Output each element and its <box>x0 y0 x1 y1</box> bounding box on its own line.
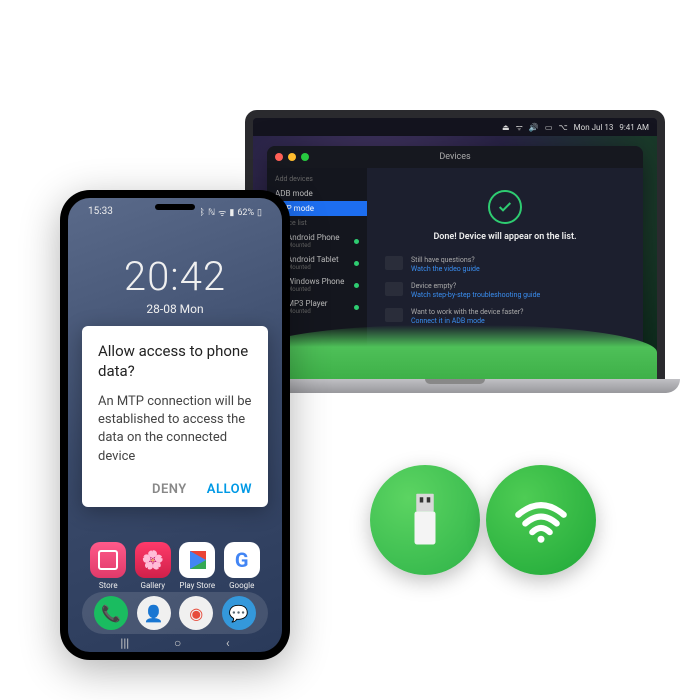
status-dot-icon <box>354 261 359 266</box>
status-time: 15:33 <box>88 206 113 219</box>
control-center-icon[interactable]: ⌥ <box>558 123 567 132</box>
dock-phone-icon[interactable]: 📞 <box>94 596 128 630</box>
laptop-base <box>230 379 680 393</box>
lockscreen-clock: 20:42 28-08 Mon <box>68 253 282 316</box>
macos-menubar: ⏏ ᯤ 🔊 ▭ ⌥ Mon Jul 13 9:41 AM <box>253 118 657 136</box>
window-titlebar[interactable]: Devices <box>267 146 643 168</box>
window-main: Done! Device will appear on the list. St… <box>367 168 643 366</box>
battery-icon: ▯ <box>257 208 262 218</box>
dialog-body: An MTP connection will be established to… <box>98 393 252 466</box>
app-google[interactable]: GGoogle <box>224 542 260 590</box>
android-phone: 15:33 ᛒ ℕ ᯤ ▮ 62% ▯ 20:42 28-08 Mon Allo… <box>60 190 290 660</box>
phone-dock: 📞 👤 ◉ 💬 <box>82 592 268 634</box>
allow-button[interactable]: ALLOW <box>207 482 252 497</box>
dock-camera-icon[interactable]: ◉ <box>179 596 213 630</box>
recents-icon[interactable]: ||| <box>120 636 129 650</box>
lock-time: 20:42 <box>68 253 282 300</box>
macbook: ⏏ ᯤ 🔊 ▭ ⌥ Mon Jul 13 9:41 AM Devices <box>230 110 680 393</box>
devices-window: Devices Add devices ADB mode MTP mode De… <box>267 146 643 366</box>
back-icon[interactable]: ‹ <box>226 636 230 650</box>
window-title: Devices <box>267 152 643 162</box>
previous-button[interactable]: ‹ Previous <box>381 350 416 360</box>
home-icon[interactable]: ○ <box>174 636 181 650</box>
status-dot-icon <box>354 239 359 244</box>
help-link-adb[interactable]: Connect it in ADB mode <box>411 317 523 326</box>
phone-statusbar: 15:33 ᛒ ℕ ᯤ ▮ 62% ▯ <box>68 206 282 219</box>
laptop-screen: ⏏ ᯤ 🔊 ▭ ⌥ Mon Jul 13 9:41 AM Devices <box>245 110 665 380</box>
dock-contacts-icon[interactable]: 👤 <box>137 596 171 630</box>
store-icon <box>90 542 126 578</box>
wifi-icon[interactable]: ᯤ <box>516 122 523 133</box>
volume-icon[interactable]: 🔊 <box>529 123 539 132</box>
phone-screen: 15:33 ᛒ ℕ ᯤ ▮ 62% ▯ 20:42 28-08 Mon Allo… <box>68 198 282 652</box>
home-apps-row: Store Gallery Play Store GGoogle <box>68 542 282 590</box>
play-icon <box>179 542 215 578</box>
success-check-icon <box>488 190 522 224</box>
speed-icon <box>385 308 403 322</box>
lock-date: 28-08 Mon <box>68 302 282 316</box>
help-row-0: Still have questions?Watch the video gui… <box>385 256 625 274</box>
help-link-troubleshoot[interactable]: Watch step-by-step troubleshooting guide <box>411 291 540 300</box>
menubar-time[interactable]: 9:41 AM <box>619 123 649 132</box>
window-footer: ‹ Previous ①②✓ <box>381 350 629 360</box>
step-indicator: ①②✓ <box>583 350 629 360</box>
macos-desktop: Devices Add devices ADB mode MTP mode De… <box>253 136 657 380</box>
video-icon <box>385 256 403 270</box>
mtp-permission-dialog: Allow access to phone data? An MTP conne… <box>82 326 268 507</box>
status-dot-icon <box>354 283 359 288</box>
help-section: Still have questions?Watch the video gui… <box>385 256 625 335</box>
connection-badges <box>370 465 596 575</box>
done-message: Done! Device will appear on the list. <box>433 232 576 242</box>
menubar-status-icons: ⏏ ᯤ 🔊 ▭ ⌥ Mon Jul 13 9:41 AM <box>502 122 649 133</box>
google-icon: G <box>224 542 260 578</box>
help-link-video[interactable]: Watch the video guide <box>411 265 480 274</box>
bluetooth-icon: ᛒ <box>200 208 205 218</box>
wifi-icon: ᯤ <box>218 206 226 219</box>
troubleshoot-icon <box>385 282 403 296</box>
nfc-icon: ℕ <box>208 208 215 218</box>
app-gallery[interactable]: Gallery <box>135 542 171 590</box>
sidebar-header-add: Add devices <box>267 172 367 186</box>
dialog-title: Allow access to phone data? <box>98 342 252 381</box>
battery-text: 62% <box>237 208 254 218</box>
wifi-badge <box>486 465 596 575</box>
dock-messages-icon[interactable]: 💬 <box>222 596 256 630</box>
usb-badge <box>370 465 480 575</box>
eject-icon[interactable]: ⏏ <box>502 123 510 132</box>
usb-icon <box>397 492 453 548</box>
signal-icon: ▮ <box>229 208 234 218</box>
wifi-icon <box>513 492 569 548</box>
deny-button[interactable]: DENY <box>152 482 187 497</box>
app-store[interactable]: Store <box>90 542 126 590</box>
help-row-1: Device empty?Watch step-by-step troubles… <box>385 282 625 300</box>
status-dot-icon <box>354 305 359 310</box>
help-row-2: Want to work with the device faster?Conn… <box>385 308 625 326</box>
menubar-date[interactable]: Mon Jul 13 <box>574 123 614 132</box>
battery-icon[interactable]: ▭ <box>545 123 553 132</box>
gallery-icon <box>135 542 171 578</box>
app-playstore[interactable]: Play Store <box>179 542 215 590</box>
phone-navbar: ||| ○ ‹ <box>68 636 282 650</box>
